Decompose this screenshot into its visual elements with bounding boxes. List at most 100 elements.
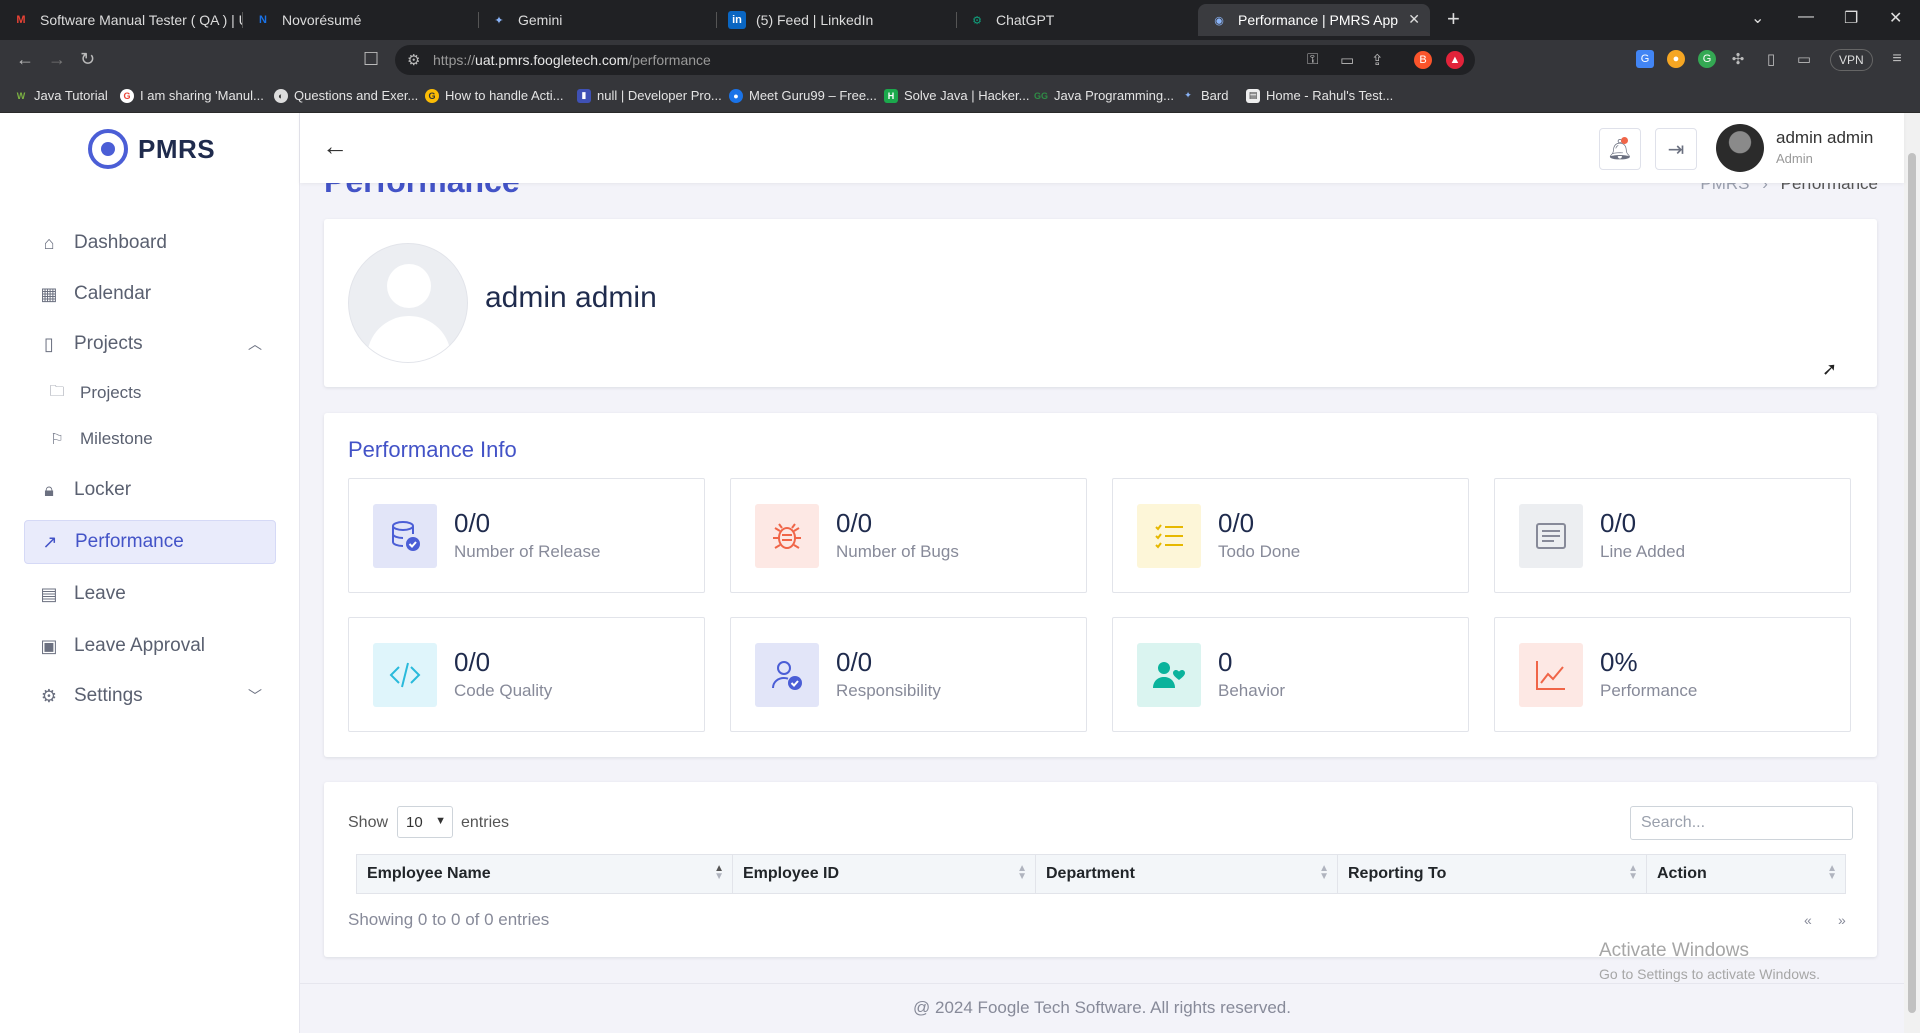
user-heart-icon: [1137, 643, 1201, 707]
restore-icon[interactable]: ❐: [1844, 8, 1858, 28]
translate-extension-icon[interactable]: G: [1636, 50, 1654, 68]
stat-code-quality: 0/0 Code Quality: [348, 617, 705, 732]
back-icon[interactable]: ←: [16, 49, 34, 70]
stat-label: Performance: [1600, 681, 1698, 700]
back-arrow-icon[interactable]: ←: [322, 131, 348, 162]
sidebar-item-leave[interactable]: ▤ Leave: [24, 572, 276, 616]
flag-icon: ⚐: [50, 431, 64, 448]
stat-label: Responsibility: [836, 681, 941, 700]
bookmark-java-programming[interactable]: GG Java Programming...: [1034, 88, 1174, 103]
bookmark-questions[interactable]: ◐ Questions and Exer...: [274, 88, 418, 103]
avatar[interactable]: [1716, 124, 1764, 172]
sort-icon: ▲ ▼: [1017, 863, 1027, 882]
leave-approval-icon: ▣: [40, 635, 58, 656]
grammarly-icon[interactable]: G: [1698, 50, 1716, 68]
browser-tab-linkedin[interactable]: in (5) Feed | LinkedIn: [716, 4, 956, 36]
chatgpt-icon: ⚙: [972, 14, 982, 27]
scrollbar-thumb[interactable]: [1908, 153, 1916, 1013]
bookmark-java-tutorial[interactable]: W Java Tutorial: [14, 88, 108, 103]
sidebar: PMRS ⌂ Dashboard ▦ Calendar ▯ Projects ︿…: [0, 113, 300, 1033]
tab-search-icon[interactable]: ⌄: [1751, 8, 1764, 28]
minimize-icon[interactable]: —: [1798, 8, 1814, 26]
tab-title: Software Manual Tester ( QA ) | Umr...: [40, 12, 242, 28]
browser-tab-gmail[interactable]: M Software Manual Tester ( QA ) | Umr...: [0, 4, 242, 36]
logout-button[interactable]: ⇥: [1655, 128, 1697, 170]
column-header-reporting-to[interactable]: Reporting To ▲ ▼: [1338, 855, 1647, 893]
sidebar-item-performance[interactable]: ↗ Performance: [24, 520, 276, 564]
stat-label: Todo Done: [1218, 542, 1301, 561]
menu-icon[interactable]: ≡: [1888, 50, 1906, 68]
bookmark-icon[interactable]: ☐: [363, 49, 379, 70]
cast-icon[interactable]: ▭: [1340, 51, 1354, 69]
stat-responsibility: 0/0 Responsibility: [730, 617, 1087, 732]
pagination-prev[interactable]: «: [1804, 912, 1812, 928]
address-bar-row: ← → ↻ ☐ ⚙ https://uat.pmrs.foogletech.co…: [0, 40, 1920, 80]
stat-value: 0/0: [1600, 508, 1637, 538]
search-input[interactable]: Search...: [1630, 806, 1853, 840]
sidebar-subitem-projects[interactable]: 🗀 Projects: [48, 375, 141, 411]
sidebar-item-settings[interactable]: ⚙ Settings ﹀: [24, 674, 276, 718]
share-icon[interactable]: ⇪: [1371, 51, 1384, 69]
gemini-icon: ✦: [494, 14, 504, 27]
url-field[interactable]: ⚙ https://uat.pmrs.foogletech.com/perfor…: [395, 45, 1475, 75]
user-check-icon: [755, 643, 819, 707]
new-tab-button[interactable]: +: [1447, 6, 1460, 32]
sidebar-subitem-milestone[interactable]: ⚐ Milestone: [48, 421, 153, 457]
wallet-icon[interactable]: ▭: [1795, 50, 1813, 68]
stat-value: 0/0: [836, 508, 873, 538]
page-size-select[interactable]: 10 ▼: [397, 806, 453, 838]
table-header: Employee Name ▲ ▼ Employee ID ▲ ▼ Departme…: [356, 854, 1846, 894]
sidebar-item-calendar[interactable]: ▦ Calendar: [24, 272, 276, 316]
extension-icon[interactable]: ●: [1667, 50, 1685, 68]
browser-tab-novoresume[interactable]: N Novorésumé: [242, 4, 478, 36]
bookmark-guru99[interactable]: ● Meet Guru99 – Free...: [729, 88, 877, 103]
bookmark-manual[interactable]: GI am sharing 'Manul...: [120, 88, 264, 103]
home-icon: ⌂: [43, 232, 55, 253]
bookmark-how-to-handle[interactable]: G How to handle Acti...: [425, 88, 564, 103]
page-scrollbar[interactable]: [1904, 113, 1920, 1033]
tab-title: Gemini: [518, 12, 563, 28]
close-window-icon[interactable]: ✕: [1889, 8, 1902, 28]
bookmark-null-developer[interactable]: ▮ null | Developer Pro...: [577, 88, 722, 103]
column-header-department[interactable]: Department ▲ ▼: [1036, 855, 1338, 893]
sort-icon: ▲ ▼: [1827, 863, 1837, 882]
browser-tab-pmrs[interactable]: ◉ Performance | PMRS App ✕: [1198, 4, 1430, 36]
header-user-role: Admin: [1776, 151, 1813, 166]
browser-tab-bar: M Software Manual Tester ( QA ) | Umr...…: [0, 0, 1920, 40]
close-tab-icon[interactable]: ✕: [1408, 11, 1420, 28]
reload-icon[interactable]: ↻: [80, 49, 95, 70]
vpn-button[interactable]: VPN: [1830, 49, 1873, 71]
header-user-name[interactable]: admin admin: [1776, 128, 1873, 148]
sidebar-item-dashboard[interactable]: ⌂ Dashboard: [24, 221, 276, 265]
bookmark-rahul-test[interactable]: ▤ Home - Rahul's Test...: [1246, 88, 1393, 103]
sidebar-item-projects[interactable]: ▯ Projects ︿: [24, 322, 276, 366]
sidebar-item-leave-approval[interactable]: ▣ Leave Approval: [24, 624, 276, 668]
sort-icon: ▲ ▼: [1319, 863, 1329, 882]
sidebar-toggle-icon[interactable]: ▯: [1762, 50, 1780, 68]
bookmark-bard[interactable]: ✦ Bard: [1181, 88, 1228, 103]
extensions-puzzle-icon[interactable]: ✣: [1729, 50, 1747, 68]
column-header-employee-id[interactable]: Employee ID ▲ ▼: [733, 855, 1036, 893]
column-header-action[interactable]: Action ▲ ▼: [1647, 855, 1845, 893]
browser-tab-gemini[interactable]: ✦ Gemini: [478, 4, 716, 36]
performance-info-card: Performance Info 0/0 Number of Release 0…: [324, 413, 1877, 757]
browser-tab-chatgpt[interactable]: ⚙ ChatGPT: [956, 4, 1196, 36]
key-icon[interactable]: ⚿: [1307, 51, 1318, 68]
chevron-down-icon: ▼: [435, 815, 446, 827]
leave-icon: ▤: [40, 583, 58, 604]
linkedin-icon: in: [728, 11, 746, 29]
stat-label: Number of Release: [454, 542, 601, 561]
stat-performance: 0% Performance: [1494, 617, 1851, 732]
brave-shield-icon[interactable]: B: [1414, 51, 1432, 69]
notifications-button[interactable]: 🔔︎: [1599, 128, 1641, 170]
site-info-icon[interactable]: ⚙: [407, 51, 420, 69]
sidebar-item-locker[interactable]: 🔒︎ Locker: [24, 468, 276, 512]
column-header-employee-name[interactable]: Employee Name ▲ ▼: [357, 855, 733, 893]
bookmark-hackerrank[interactable]: H Solve Java | Hacker...: [884, 88, 1030, 103]
windows-activation-watermark: Activate Windows Go to Settings to activ…: [1599, 940, 1820, 982]
forward-icon[interactable]: →: [48, 49, 66, 70]
brave-rewards-icon[interactable]: ▲: [1446, 51, 1464, 69]
profile-card: admin admin: [324, 219, 1877, 387]
pagination-next[interactable]: »: [1838, 912, 1846, 928]
app-logo[interactable]: PMRS: [88, 129, 215, 169]
